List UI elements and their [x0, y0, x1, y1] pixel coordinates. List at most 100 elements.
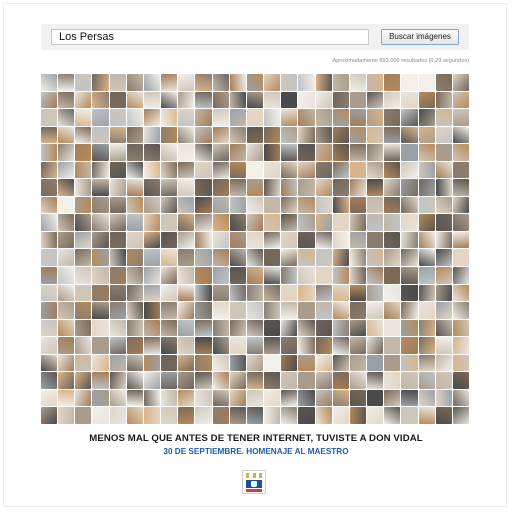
image-result-thumbnail[interactable]: [367, 354, 384, 372]
image-result-thumbnail[interactable]: [143, 249, 161, 267]
image-result-thumbnail[interactable]: [161, 91, 178, 109]
image-result-thumbnail[interactable]: [298, 196, 315, 214]
image-result-thumbnail[interactable]: [109, 109, 126, 126]
image-result-thumbnail[interactable]: [109, 231, 126, 249]
image-result-thumbnail[interactable]: [126, 354, 143, 372]
image-result-thumbnail[interactable]: [161, 196, 178, 214]
image-result-thumbnail[interactable]: [58, 74, 75, 91]
image-result-thumbnail[interactable]: [418, 91, 435, 109]
image-result-thumbnail[interactable]: [315, 74, 332, 91]
image-result-thumbnail[interactable]: [161, 179, 178, 196]
image-result-thumbnail[interactable]: [195, 126, 212, 144]
image-result-thumbnail[interactable]: [126, 337, 143, 354]
image-result-thumbnail[interactable]: [246, 354, 264, 372]
image-result-thumbnail[interactable]: [143, 126, 161, 144]
image-result-thumbnail[interactable]: [332, 284, 349, 302]
image-result-thumbnail[interactable]: [452, 302, 469, 319]
image-result-thumbnail[interactable]: [452, 249, 469, 267]
image-result-thumbnail[interactable]: [195, 284, 212, 302]
image-result-thumbnail[interactable]: [195, 354, 212, 372]
image-result-thumbnail[interactable]: [41, 109, 58, 126]
image-result-thumbnail[interactable]: [92, 109, 109, 126]
image-result-thumbnail[interactable]: [126, 407, 143, 424]
image-result-thumbnail[interactable]: [41, 407, 58, 424]
image-result-thumbnail[interactable]: [246, 231, 264, 249]
image-result-thumbnail[interactable]: [126, 109, 143, 126]
image-result-thumbnail[interactable]: [418, 337, 435, 354]
image-result-thumbnail[interactable]: [264, 319, 281, 337]
image-result-thumbnail[interactable]: [109, 74, 126, 91]
image-result-thumbnail[interactable]: [264, 407, 281, 424]
image-result-thumbnail[interactable]: [126, 389, 143, 407]
image-result-thumbnail[interactable]: [349, 179, 367, 196]
image-result-thumbnail[interactable]: [229, 161, 246, 179]
image-result-thumbnail[interactable]: [58, 196, 75, 214]
image-result-thumbnail[interactable]: [246, 74, 264, 91]
image-result-thumbnail[interactable]: [195, 267, 212, 284]
image-result-thumbnail[interactable]: [75, 74, 92, 91]
image-result-thumbnail[interactable]: [435, 231, 452, 249]
image-result-thumbnail[interactable]: [41, 319, 58, 337]
image-result-thumbnail[interactable]: [315, 109, 332, 126]
image-result-thumbnail[interactable]: [126, 74, 143, 91]
image-result-thumbnail[interactable]: [418, 389, 435, 407]
image-result-thumbnail[interactable]: [75, 302, 92, 319]
image-result-thumbnail[interactable]: [298, 267, 315, 284]
image-result-thumbnail[interactable]: [195, 161, 212, 179]
image-result-thumbnail[interactable]: [401, 389, 418, 407]
image-result-thumbnail[interactable]: [126, 196, 143, 214]
image-result-thumbnail[interactable]: [75, 196, 92, 214]
image-result-thumbnail[interactable]: [161, 231, 178, 249]
image-result-thumbnail[interactable]: [109, 179, 126, 196]
image-result-thumbnail[interactable]: [401, 337, 418, 354]
image-result-thumbnail[interactable]: [418, 354, 435, 372]
image-result-thumbnail[interactable]: [143, 91, 161, 109]
image-result-thumbnail[interactable]: [384, 249, 401, 267]
image-result-thumbnail[interactable]: [315, 144, 332, 161]
image-result-thumbnail[interactable]: [384, 214, 401, 231]
image-result-thumbnail[interactable]: [315, 337, 332, 354]
image-result-thumbnail[interactable]: [143, 179, 161, 196]
image-result-thumbnail[interactable]: [315, 284, 332, 302]
image-result-thumbnail[interactable]: [109, 389, 126, 407]
image-result-thumbnail[interactable]: [195, 319, 212, 337]
image-result-thumbnail[interactable]: [109, 354, 126, 372]
image-result-thumbnail[interactable]: [281, 284, 298, 302]
image-result-thumbnail[interactable]: [384, 337, 401, 354]
image-result-thumbnail[interactable]: [384, 302, 401, 319]
image-result-thumbnail[interactable]: [178, 389, 195, 407]
image-result-thumbnail[interactable]: [384, 161, 401, 179]
image-result-thumbnail[interactable]: [229, 267, 246, 284]
image-result-thumbnail[interactable]: [384, 389, 401, 407]
image-result-thumbnail[interactable]: [298, 74, 315, 91]
image-result-thumbnail[interactable]: [401, 74, 418, 91]
image-result-thumbnail[interactable]: [195, 337, 212, 354]
image-result-thumbnail[interactable]: [212, 231, 229, 249]
image-result-thumbnail[interactable]: [264, 91, 281, 109]
image-result-thumbnail[interactable]: [58, 91, 75, 109]
image-result-thumbnail[interactable]: [315, 302, 332, 319]
image-result-thumbnail[interactable]: [58, 337, 75, 354]
image-result-thumbnail[interactable]: [349, 337, 367, 354]
image-result-thumbnail[interactable]: [384, 179, 401, 196]
image-result-thumbnail[interactable]: [178, 319, 195, 337]
image-result-thumbnail[interactable]: [281, 372, 298, 389]
image-result-thumbnail[interactable]: [41, 74, 58, 91]
image-result-thumbnail[interactable]: [298, 231, 315, 249]
image-result-thumbnail[interactable]: [143, 214, 161, 231]
image-result-thumbnail[interactable]: [246, 196, 264, 214]
image-result-thumbnail[interactable]: [92, 319, 109, 337]
image-result-thumbnail[interactable]: [143, 372, 161, 389]
image-result-thumbnail[interactable]: [195, 74, 212, 91]
image-result-thumbnail[interactable]: [212, 109, 229, 126]
image-result-thumbnail[interactable]: [58, 231, 75, 249]
image-result-thumbnail[interactable]: [452, 161, 469, 179]
image-result-thumbnail[interactable]: [418, 144, 435, 161]
image-result-thumbnail[interactable]: [298, 214, 315, 231]
image-result-thumbnail[interactable]: [178, 267, 195, 284]
image-result-thumbnail[interactable]: [92, 267, 109, 284]
image-result-thumbnail[interactable]: [246, 91, 264, 109]
image-result-thumbnail[interactable]: [332, 389, 349, 407]
image-result-thumbnail[interactable]: [367, 407, 384, 424]
image-result-thumbnail[interactable]: [418, 249, 435, 267]
